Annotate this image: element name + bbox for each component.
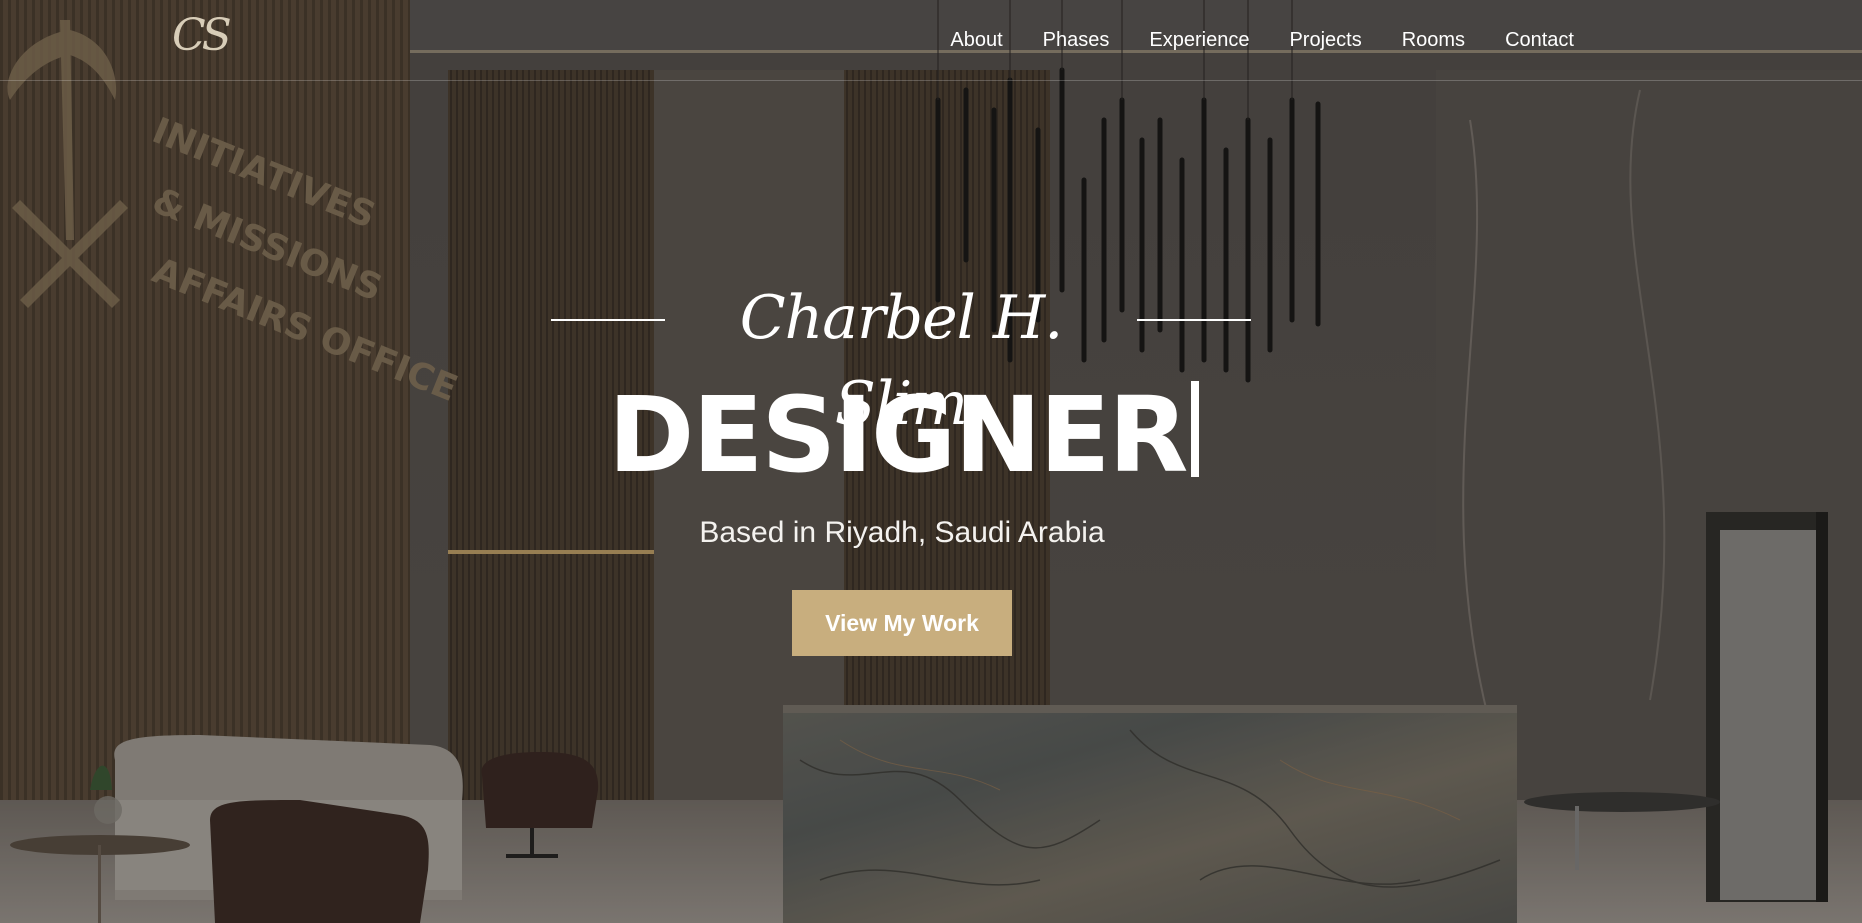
main-nav: About Phases Experience Projects Rooms C… bbox=[930, 26, 1594, 54]
site-logo[interactable]: CS bbox=[172, 8, 232, 64]
role-text: DESIGNER bbox=[608, 374, 1188, 496]
hero-location: Based in Riyadh, Saudi Arabia bbox=[699, 516, 1105, 549]
nav-item-experience[interactable]: Experience bbox=[1129, 26, 1269, 54]
nav-item-rooms[interactable]: Rooms bbox=[1382, 26, 1485, 54]
view-my-work-button[interactable]: View My Work bbox=[792, 590, 1012, 656]
nav-item-phases[interactable]: Phases bbox=[1023, 26, 1130, 54]
signature-row: Charbel H. Slim bbox=[551, 275, 1251, 439]
nav-item-contact[interactable]: Contact bbox=[1485, 26, 1594, 54]
hero-role-heading: DESIGNER bbox=[608, 370, 1199, 500]
hero-section: INITIATIVES & MISSIONS AFFAIRS OFFICE CS… bbox=[0, 0, 1862, 923]
nav-item-about[interactable]: About bbox=[930, 26, 1022, 54]
signature-divider-left bbox=[551, 319, 665, 321]
typing-cursor bbox=[1190, 381, 1199, 477]
nav-item-projects[interactable]: Projects bbox=[1269, 26, 1381, 54]
signature-divider-right bbox=[1137, 319, 1251, 321]
site-header: CS About Phases Experience Projects Room… bbox=[0, 0, 1862, 81]
